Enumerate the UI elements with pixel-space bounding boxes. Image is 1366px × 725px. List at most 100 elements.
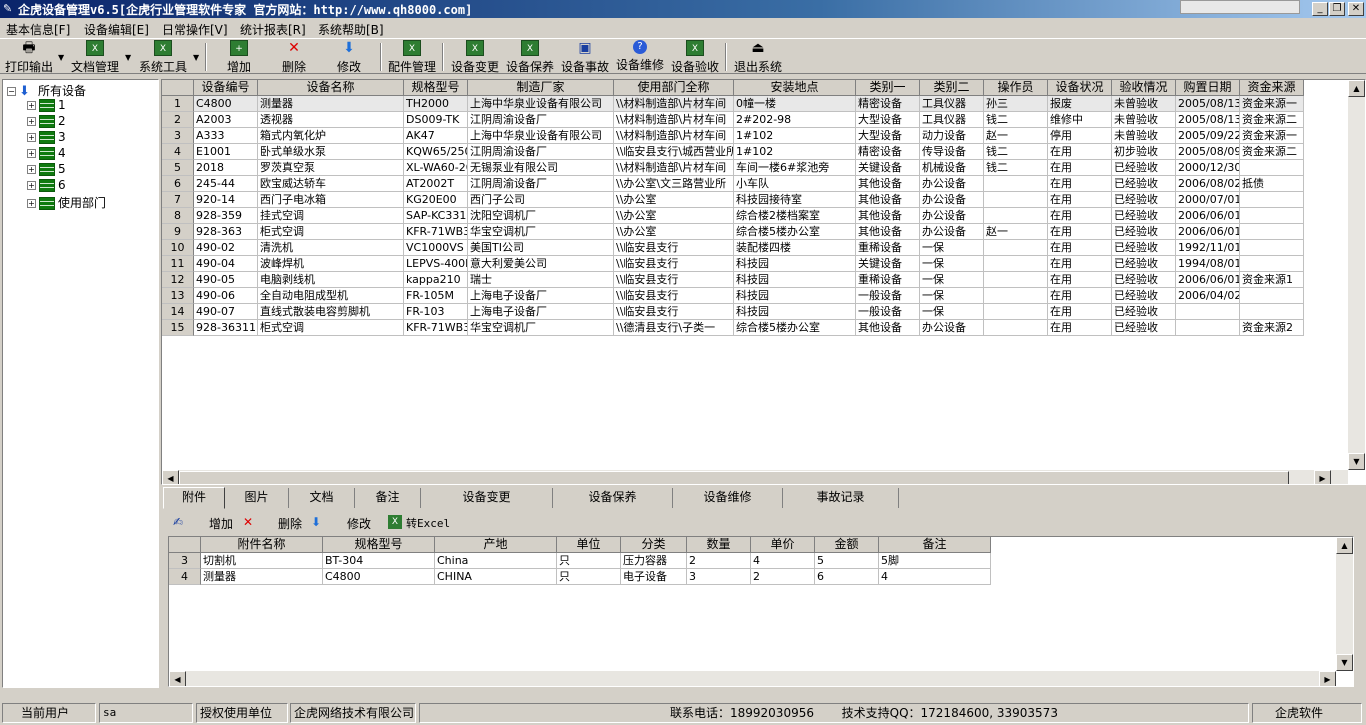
column-header[interactable]: 设备状况	[1048, 80, 1112, 96]
table-cell[interactable]: \\材料制造部\片材车间	[614, 112, 734, 128]
menu-basic-info[interactable]: 基本信息[F]	[6, 21, 70, 38]
table-cell[interactable]: 科技园	[734, 288, 856, 304]
table-cell[interactable]: 2006/04/02	[1176, 288, 1240, 304]
table-cell[interactable]: 4	[751, 553, 815, 569]
row-number[interactable]: 7	[162, 192, 194, 208]
table-cell[interactable]: 3	[687, 569, 751, 585]
tab-device-change[interactable]: 设备变更	[421, 488, 553, 508]
table-cell[interactable]: 一般设备	[856, 304, 920, 320]
table-cell[interactable]: 重稀设备	[856, 240, 920, 256]
table-cell[interactable]	[1240, 192, 1304, 208]
table-cell[interactable]: 1#102	[734, 128, 856, 144]
table-cell[interactable]: DS009-TK	[404, 112, 468, 128]
table-cell[interactable]: 西门子公司	[468, 192, 614, 208]
table-cell[interactable]	[984, 304, 1048, 320]
table-cell[interactable]: BT-304	[323, 553, 435, 569]
table-cell[interactable]	[984, 176, 1048, 192]
table-cell[interactable]: 一保	[920, 272, 984, 288]
table-cell[interactable]	[1240, 240, 1304, 256]
device-accident-button[interactable]: ▣ 设备事故	[558, 40, 612, 74]
table-cell[interactable]: 全自动电阻成型机	[258, 288, 404, 304]
row-number[interactable]: 14	[162, 304, 194, 320]
column-header[interactable]: 资金来源	[1240, 80, 1304, 96]
table-cell[interactable]: 在用	[1048, 176, 1112, 192]
tree-item[interactable]: + 使用部门	[27, 194, 106, 210]
table-cell[interactable]: 未曾验收	[1112, 128, 1176, 144]
row-number[interactable]: 12	[162, 272, 194, 288]
tools-button[interactable]: X 系统工具	[136, 40, 190, 74]
expand-toggle[interactable]: +	[27, 101, 36, 110]
expand-toggle[interactable]: +	[27, 117, 36, 126]
table-cell[interactable]: 压力容器	[621, 553, 687, 569]
expand-toggle[interactable]: +	[27, 181, 36, 190]
table-cell[interactable]: 综合楼5楼办公室	[734, 320, 856, 336]
table-cell[interactable]: 928-359	[194, 208, 258, 224]
table-cell[interactable]: AT2002T	[404, 176, 468, 192]
table-cell[interactable]: 江阴周渝设备厂	[468, 176, 614, 192]
tree-item[interactable]: +5	[27, 162, 66, 178]
table-cell[interactable]: 在用	[1048, 144, 1112, 160]
table-cell[interactable]: 办公设备	[920, 224, 984, 240]
table-cell[interactable]	[984, 272, 1048, 288]
attachment-vertical-scrollbar[interactable]: ▲ ▼	[1336, 537, 1353, 671]
tools-dropdown-arrow[interactable]: ▼	[193, 53, 199, 62]
row-number[interactable]: 2	[162, 112, 194, 128]
table-cell[interactable]: 小车队	[734, 176, 856, 192]
docs-button[interactable]: X 文档管理	[68, 40, 122, 74]
column-header[interactable]: 类别一	[856, 80, 920, 96]
column-header[interactable]: 使用部门全称	[614, 80, 734, 96]
table-cell[interactable]: A333	[194, 128, 258, 144]
table-cell[interactable]: 490-04	[194, 256, 258, 272]
tab-device-maintain[interactable]: 设备保养	[553, 488, 673, 508]
table-cell[interactable]: 测量器	[201, 569, 323, 585]
table-cell[interactable]: 6	[815, 569, 879, 585]
table-cell[interactable]: 已经验收	[1112, 160, 1176, 176]
table-cell[interactable]: 华宝空调机厂	[468, 224, 614, 240]
table-cell[interactable]: 2006/06/01	[1176, 208, 1240, 224]
expand-toggle[interactable]: +	[27, 199, 36, 208]
table-cell[interactable]: 大型设备	[856, 128, 920, 144]
table-cell[interactable]: 未曾验收	[1112, 112, 1176, 128]
scroll-up-icon[interactable]: ▲	[1348, 80, 1365, 97]
column-header[interactable]: 单位	[557, 537, 621, 553]
tree-item[interactable]: +6	[27, 178, 66, 194]
table-cell[interactable]: 上海电子设备厂	[468, 304, 614, 320]
table-cell[interactable]: 钱二	[984, 160, 1048, 176]
collapse-toggle[interactable]: −	[7, 87, 16, 96]
table-cell[interactable]: 上海中华泉业设备有限公司	[468, 96, 614, 112]
column-header[interactable]: 规格型号	[404, 80, 468, 96]
table-cell[interactable]: AK47	[404, 128, 468, 144]
table-cell[interactable]: KFR-71WB3S	[404, 224, 468, 240]
table-cell[interactable]: 920-14	[194, 192, 258, 208]
table-cell[interactable]: 科技园	[734, 304, 856, 320]
table-cell[interactable]: 已经验收	[1112, 256, 1176, 272]
table-cell[interactable]: 245-44	[194, 176, 258, 192]
table-cell[interactable]: 资金来源2	[1240, 320, 1304, 336]
table-cell[interactable]: 关键设备	[856, 256, 920, 272]
table-cell[interactable]: 停用	[1048, 128, 1112, 144]
table-cell[interactable]: 5脚	[879, 553, 991, 569]
table-cell[interactable]: 办公设备	[920, 192, 984, 208]
table-cell[interactable]: 办公设备	[920, 208, 984, 224]
table-cell[interactable]: KG20E00	[404, 192, 468, 208]
table-cell[interactable]: 资金来源二	[1240, 112, 1304, 128]
table-cell[interactable]: 2018	[194, 160, 258, 176]
table-cell[interactable]: 2005/08/13	[1176, 96, 1240, 112]
table-cell[interactable]: \\办公室	[614, 224, 734, 240]
menu-help[interactable]: 系统帮助[B]	[318, 21, 384, 38]
tree-root[interactable]: − ⬇ 所有设备	[7, 82, 86, 98]
table-cell[interactable]: \\材料制造部\片材车间	[614, 160, 734, 176]
column-header[interactable]: 数量	[687, 537, 751, 553]
row-number[interactable]: 9	[162, 224, 194, 240]
table-cell[interactable]: 2000/12/30	[1176, 160, 1240, 176]
attachment-modify-button[interactable]: 修改	[347, 515, 371, 532]
table-cell[interactable]: 490-06	[194, 288, 258, 304]
horizontal-scroll-thumb[interactable]	[179, 471, 1289, 484]
table-cell[interactable]: 在用	[1048, 208, 1112, 224]
add-button[interactable]: + 增加	[222, 40, 256, 74]
table-cell[interactable]	[984, 288, 1048, 304]
row-number[interactable]: 15	[162, 320, 194, 336]
table-cell[interactable]: 科技园	[734, 256, 856, 272]
table-cell[interactable]: 0幢一楼	[734, 96, 856, 112]
column-header[interactable]: 分类	[621, 537, 687, 553]
